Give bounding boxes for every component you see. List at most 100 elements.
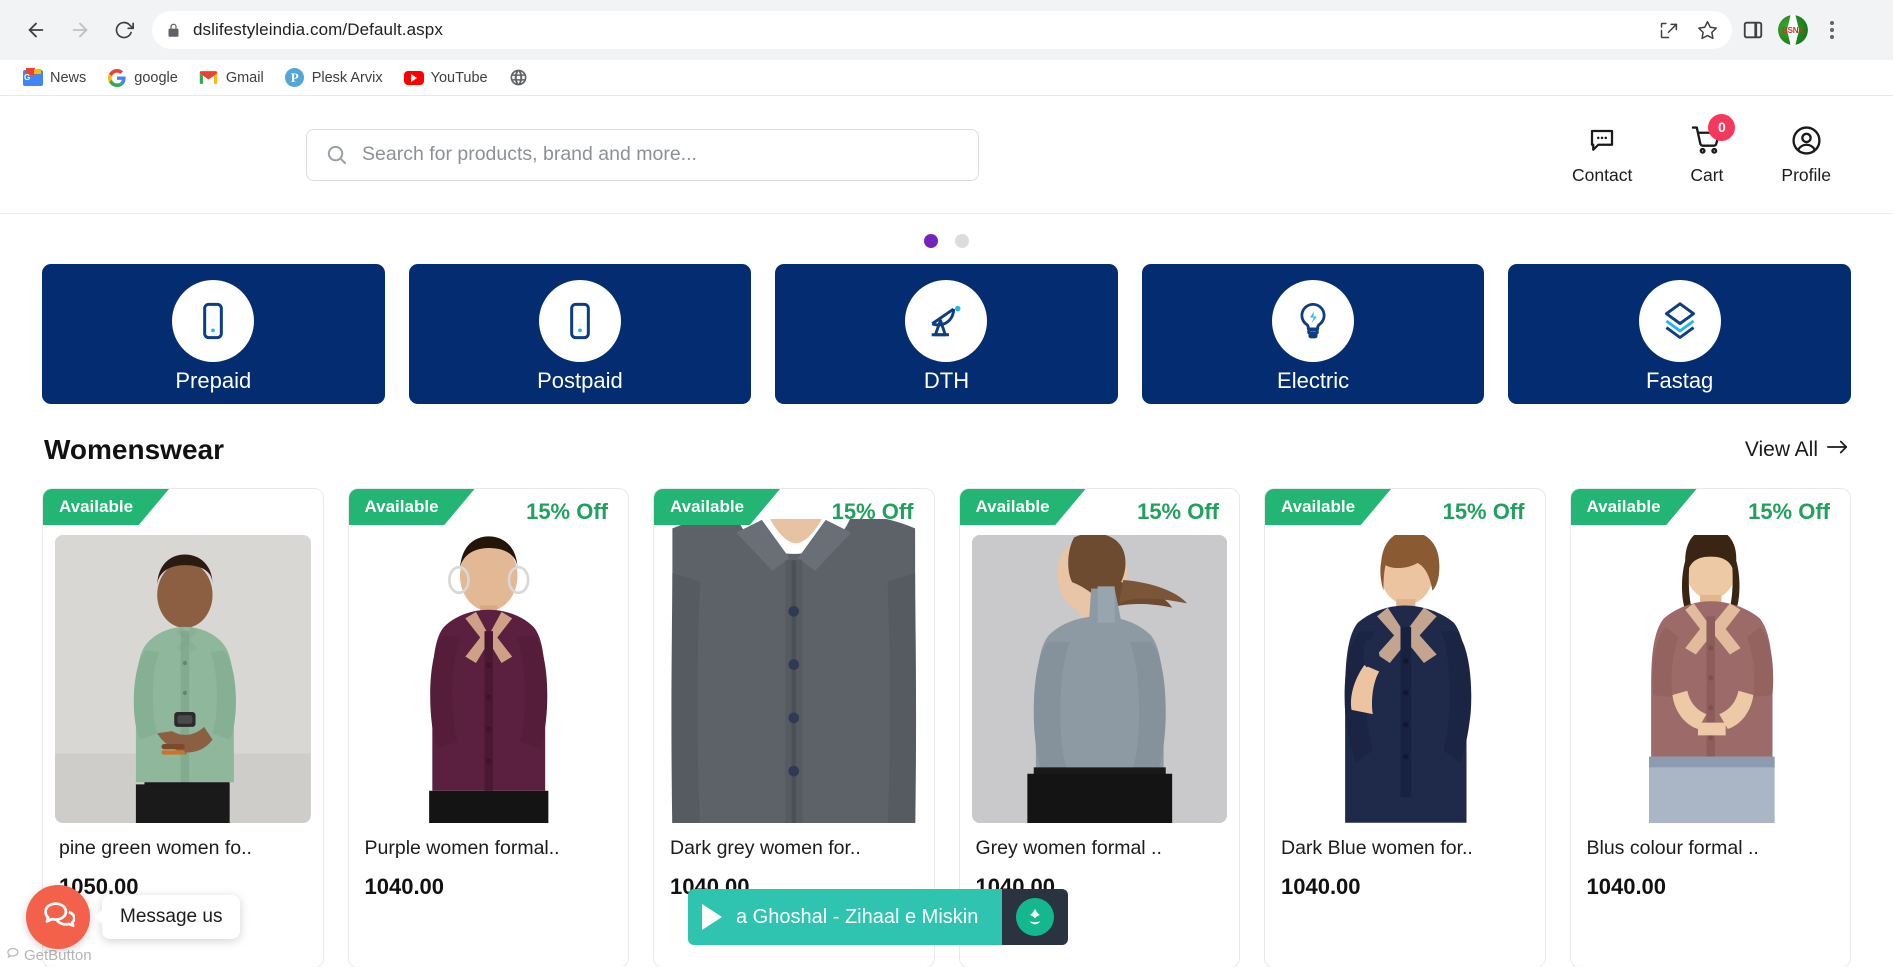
category-tile-postpaid[interactable]: Postpaid (408, 264, 752, 404)
play-icon[interactable] (702, 904, 722, 930)
shopping-cart-icon: 0 (1691, 113, 1736, 158)
product-title: Purple women formal.. (364, 837, 560, 859)
light-bulb-icon (1272, 280, 1355, 362)
bookmark-globe[interactable] (500, 63, 545, 93)
product-title: Dark grey women for.. (670, 837, 861, 859)
share-icon[interactable] (1658, 20, 1679, 41)
category-label: Postpaid (537, 368, 623, 393)
availability-badge: Available (348, 489, 475, 525)
product-title: Grey women formal .. (975, 837, 1162, 859)
contact-button[interactable]: Contact (1572, 124, 1632, 186)
availability-badge: Available (1570, 489, 1697, 525)
browser-profile-avatar[interactable]: BSNK (1778, 15, 1808, 45)
product-image (360, 535, 616, 823)
contact-label: Contact (1572, 164, 1633, 185)
category-tile-prepaid[interactable]: Prepaid (42, 264, 385, 404)
music-download-button[interactable] (1002, 889, 1068, 945)
bookmark-youtube[interactable]: YouTube (395, 63, 497, 93)
site-header: Contact 0 Cart Profile (0, 96, 1893, 214)
bookmark-google[interactable]: google (98, 63, 187, 93)
chat-bubbles-icon (41, 898, 76, 937)
carousel-dot-2[interactable] (955, 234, 969, 248)
category-label: Electric (1277, 368, 1350, 393)
google-news-icon: G (23, 67, 43, 88)
product-card[interactable]: Available 15% Off (1264, 488, 1546, 967)
carousel-dots (0, 214, 1893, 252)
user-circle-icon (1791, 124, 1822, 158)
header-actions: Contact 0 Cart Profile (1572, 113, 1847, 186)
product-price: 1040.00 (1586, 874, 1667, 899)
section-header: Womenswear View All (0, 404, 1893, 466)
globe-icon (509, 68, 529, 88)
discount-badge: 15% Off (1442, 499, 1525, 524)
search-icon (325, 143, 348, 166)
category-label: DTH (923, 368, 970, 393)
view-all-link[interactable]: View All (1745, 438, 1849, 462)
music-track-title: a Ghoshal - Zihaal e Miskin (736, 905, 979, 928)
product-card[interactable]: Available 15% Off (347, 488, 629, 967)
product-price: 1040.00 (364, 874, 445, 899)
side-panel-icon[interactable] (1742, 19, 1764, 41)
bookmark-label: Gmail (225, 69, 264, 86)
profile-button[interactable]: Profile (1781, 124, 1831, 186)
music-player-bar: a Ghoshal - Zihaal e Miskin Zihaal e Mis… (688, 889, 1068, 945)
category-tile-electric[interactable]: Electric (1141, 264, 1485, 404)
availability-badge: Available (959, 489, 1086, 525)
discount-badge: 15% Off (526, 499, 608, 524)
music-player-main[interactable]: a Ghoshal - Zihaal e Miskin Zihaal e Mis… (688, 889, 1002, 945)
forward-button[interactable] (60, 10, 100, 50)
page-content: Contact 0 Cart Profile (0, 96, 1893, 967)
cart-label: Cart (1690, 164, 1724, 185)
getbutton-label: GetButton (24, 947, 92, 964)
satellite-dish-icon (905, 280, 988, 362)
chat-tooltip: Message us (102, 895, 241, 939)
category-tiles: Prepaid Postpaid DTH Electric Fastag (0, 252, 1893, 404)
product-info: Blus colour formal .. 1040.00 (1571, 823, 1851, 900)
layers-icon (1638, 280, 1721, 362)
cart-button[interactable]: 0 Cart (1690, 113, 1736, 186)
mobile-phone-icon (172, 280, 255, 362)
product-image (55, 535, 311, 823)
getbutton-icon (6, 946, 21, 965)
view-all-label: View All (1744, 438, 1818, 461)
carousel-dot-1[interactable] (924, 234, 938, 248)
product-card[interactable]: Available 15% Off (1569, 488, 1851, 967)
discount-badge: 15% Off (1137, 499, 1219, 524)
product-info: Purple women formal.. 1040.00 (349, 823, 629, 900)
product-image (971, 535, 1227, 823)
mobile-phone-icon (538, 280, 621, 362)
product-title: Dark Blue women for.. (1281, 837, 1473, 859)
bookmark-news[interactable]: G News (14, 63, 95, 93)
back-button[interactable] (16, 10, 56, 50)
bookmark-label: Plesk Arvix (311, 69, 383, 86)
star-icon[interactable] (1697, 20, 1718, 41)
url-text: dslifestyleindia.com/Default.aspx (193, 20, 443, 39)
category-tile-dth[interactable]: DTH (775, 264, 1118, 404)
product-title: Blus colour formal .. (1586, 837, 1759, 859)
download-icon (1016, 898, 1054, 936)
category-tile-fastag[interactable]: Fastag (1508, 264, 1851, 404)
google-icon (107, 68, 127, 88)
navigation-buttons (16, 10, 144, 50)
chat-bubble-icon (1587, 124, 1617, 158)
availability-badge: Available (43, 489, 169, 525)
youtube-icon (403, 68, 424, 88)
lock-icon (166, 23, 181, 38)
address-bar[interactable]: dslifestyleindia.com/Default.aspx (152, 11, 1732, 49)
category-label: Fastag (1646, 368, 1714, 393)
chat-fab-button[interactable] (26, 885, 90, 949)
category-label: Prepaid (175, 368, 252, 393)
reload-button[interactable] (104, 10, 144, 50)
omnibox-actions (1658, 20, 1718, 41)
search-bar[interactable] (306, 128, 979, 181)
gmail-icon (199, 68, 219, 88)
three-dot-menu-icon[interactable] (1822, 15, 1842, 45)
product-image (1277, 535, 1533, 823)
music-marquee: a Ghoshal - Zihaal e Miskin Zihaal e Mis… (736, 906, 1002, 929)
bookmark-plesk-arvix[interactable]: P Plesk Arvix (276, 63, 392, 93)
bookmark-gmail[interactable]: Gmail (190, 63, 273, 93)
chat-widget: Message us (26, 885, 241, 949)
search-input[interactable] (362, 143, 960, 166)
product-image (666, 519, 922, 823)
bookmark-label: YouTube (430, 69, 488, 86)
